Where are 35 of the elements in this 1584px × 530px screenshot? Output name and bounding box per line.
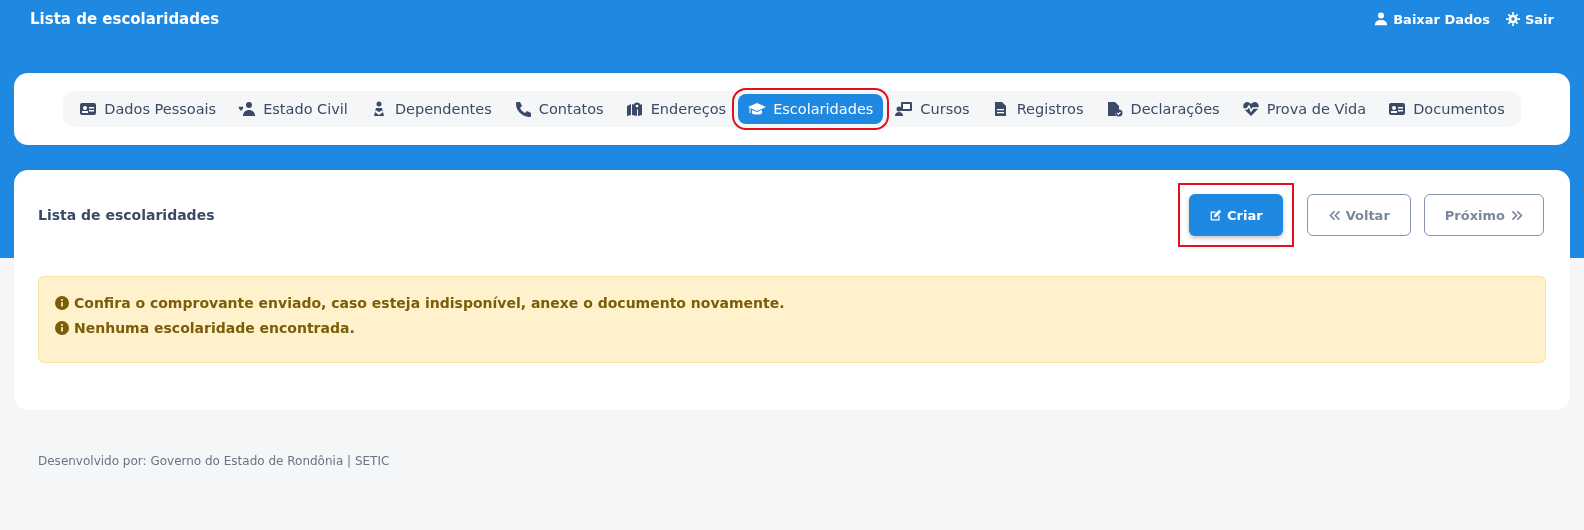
- graduation-cap-icon: [748, 101, 767, 117]
- file-check-icon: [1105, 101, 1124, 117]
- user-heart-icon: [238, 101, 257, 117]
- tab[interactable]: Documentos: [1378, 94, 1515, 124]
- alert-message: Confira o comprovante enviado, caso esteja indisponível, anexe o documento novamente.: [74, 295, 785, 311]
- logout-link[interactable]: Sair: [1506, 11, 1554, 27]
- alert-message: Nenhuma escolaridade encontrada.: [74, 320, 355, 336]
- tab[interactable]: Prova de Vida: [1231, 94, 1377, 124]
- tab[interactable]: Cursos: [885, 94, 980, 124]
- panel-title: Lista de escolaridades: [38, 207, 215, 223]
- download-link[interactable]: Baixar Dados: [1374, 11, 1490, 27]
- heart-pulse-icon: [1241, 101, 1260, 117]
- user-icon: [1374, 12, 1389, 26]
- tab[interactable]: Dados Pessoais: [69, 94, 227, 124]
- create-button[interactable]: Criar: [1189, 194, 1283, 236]
- gear-icon: [1506, 12, 1520, 26]
- tab[interactable]: Estado Civil: [228, 94, 358, 124]
- footer-text: Desenvolvido por: Governo do Estado de Rondônia | SETIC: [38, 454, 391, 468]
- tab[interactable]: Dependentes: [359, 94, 502, 124]
- id-card-icon: [1388, 101, 1407, 117]
- info-icon: [55, 321, 69, 335]
- tab[interactable]: Contatos: [503, 94, 614, 124]
- map-icon: [625, 101, 644, 117]
- page-title: Lista de escolaridades: [30, 10, 220, 28]
- phone-icon: [513, 101, 532, 117]
- next-button[interactable]: Próximo: [1423, 194, 1544, 236]
- chalkboard-user-icon: [895, 101, 914, 117]
- back-button[interactable]: Voltar: [1306, 194, 1411, 236]
- id-card-icon: [79, 101, 98, 117]
- tab[interactable]: Registros: [981, 94, 1094, 124]
- double-chevron-right-icon: [1510, 208, 1523, 222]
- double-chevron-left-icon: [1327, 208, 1341, 222]
- info-icon: [55, 296, 69, 310]
- edit-icon: [1209, 208, 1223, 222]
- tab[interactable]: Declarações: [1095, 94, 1230, 124]
